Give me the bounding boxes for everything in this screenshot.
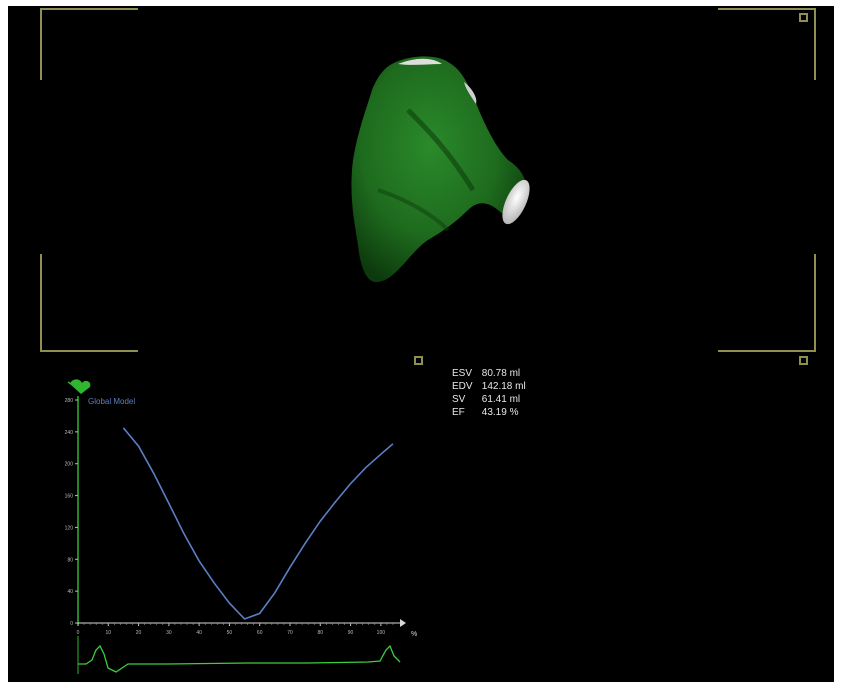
frame-corner-bottom-left: [40, 254, 138, 352]
y-tick-label: 240: [65, 430, 74, 436]
resize-handle-top-right[interactable]: [799, 13, 808, 22]
metric-value: 43.19 %: [481, 407, 519, 418]
metric-label: SV: [452, 394, 466, 405]
x-tick-label: 100: [377, 630, 386, 636]
metric-sv: SV 61.41 ml: [452, 393, 526, 406]
y-tick-label: 280: [65, 398, 74, 404]
x-tick-label: 80: [318, 630, 324, 636]
metric-value: 80.78 ml: [481, 368, 521, 379]
y-ticks: 0 40 80 120 160 200 240 280: [65, 398, 78, 627]
frame-corner-top-left: [40, 8, 138, 80]
frame-corner-bottom-right: [718, 254, 816, 352]
metric-label: EF: [452, 407, 465, 418]
ecg-trace: [77, 636, 401, 674]
metric-value: 61.41 ml: [481, 394, 521, 405]
resize-handle-bottom-center[interactable]: [414, 356, 423, 365]
x-tick-label: 10: [106, 630, 112, 636]
metric-value: 142.18 ml: [481, 381, 526, 392]
metric-esv: ESV 80.78 ml: [452, 367, 526, 380]
x-tick-label: 20: [136, 630, 142, 636]
y-tick-label: 0: [70, 621, 73, 627]
volume-curve[interactable]: [122, 427, 394, 620]
metric-edv: EDV 142.18 ml: [452, 380, 526, 393]
x-tick-label: 90: [348, 630, 354, 636]
y-tick-label: 120: [65, 525, 74, 531]
resize-handle-bottom-right[interactable]: [799, 356, 808, 365]
heart-chamber-model[interactable]: [338, 50, 538, 290]
x-tick-label: 40: [196, 630, 202, 636]
x-unit-label: %: [411, 631, 417, 638]
x-tick-label: 30: [166, 630, 172, 636]
x-tick-label: 60: [257, 630, 263, 636]
volume-metrics-panel: ESV 80.78 ml EDV 142.18 ml SV 61.41 ml E…: [452, 367, 526, 419]
metric-ef: EF 43.19 %: [452, 406, 526, 419]
volume-curve-plot: % Global Model 0 10 20 30 40 50 60 70 80 90 100 0 4…: [65, 379, 417, 674]
x-tick-label: 0: [77, 630, 80, 636]
metric-label: EDV: [452, 381, 473, 392]
x-tick-label: 50: [227, 630, 233, 636]
series-label: Global Model: [88, 397, 135, 406]
y-tick-label: 200: [65, 462, 74, 468]
y-tick-label: 80: [67, 557, 73, 563]
x-tick-label: 70: [287, 630, 293, 636]
x-axis-arrow-icon: [400, 619, 406, 627]
plot-heart-icon[interactable]: [67, 379, 91, 394]
y-tick-label: 40: [67, 589, 73, 595]
y-tick-label: 160: [65, 494, 74, 500]
metric-label: ESV: [452, 368, 473, 379]
x-ticks: 0 10 20 30 40 50 60 70 80 90 100: [77, 623, 394, 636]
viewer-screen: ESV 80.78 ml EDV 142.18 ml SV 61.41 ml E…: [8, 6, 834, 682]
